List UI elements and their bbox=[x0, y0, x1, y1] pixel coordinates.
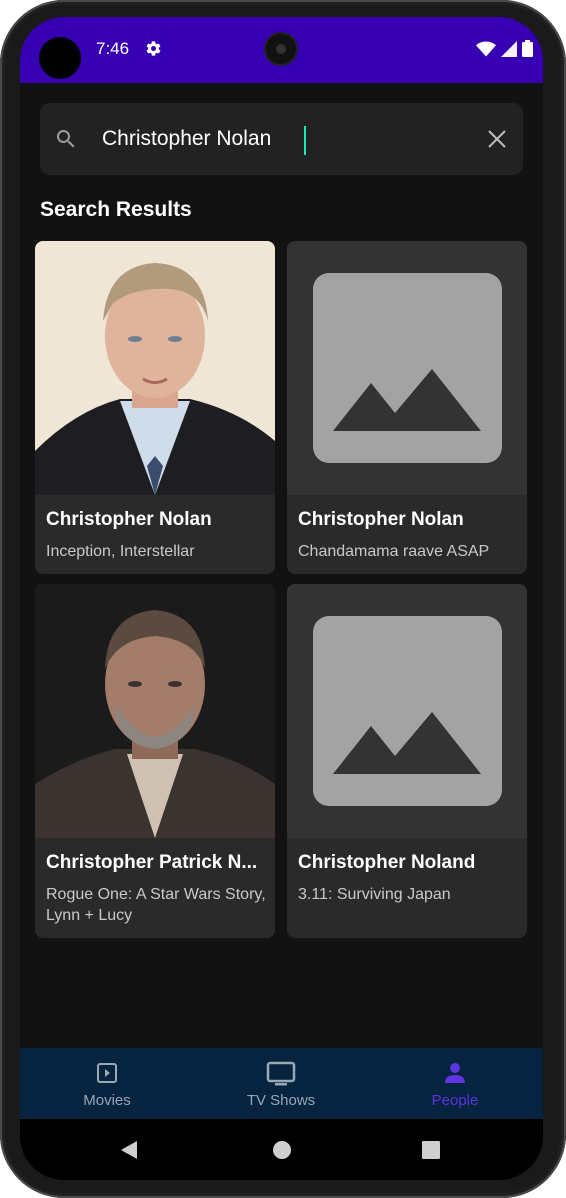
search-icon bbox=[54, 127, 78, 156]
recents-icon[interactable] bbox=[422, 1141, 440, 1164]
person-icon bbox=[443, 1061, 467, 1090]
center-camera bbox=[266, 34, 296, 64]
person-name: Christopher Nolan bbox=[46, 509, 212, 530]
person-name: Christopher Patrick N... bbox=[46, 852, 258, 873]
nav-label: TV Shows bbox=[246, 1092, 316, 1109]
person-card[interactable]: Christopher Nolan Inception, Interstella… bbox=[35, 241, 275, 574]
text-caret bbox=[304, 126, 306, 155]
front-camera bbox=[39, 37, 81, 79]
bottom-navigation: Movies TV Shows People bbox=[20, 1048, 543, 1119]
person-photo bbox=[35, 584, 275, 838]
search-input[interactable] bbox=[102, 119, 462, 159]
known-for: Rogue One: A Star Wars Story, Lynn + Luc… bbox=[46, 886, 266, 924]
gear-icon bbox=[145, 40, 162, 62]
known-for: 3.11: Surviving Japan bbox=[298, 886, 451, 903]
home-icon[interactable] bbox=[272, 1140, 292, 1165]
back-icon[interactable] bbox=[119, 1140, 139, 1165]
wifi-icon bbox=[476, 41, 496, 62]
nav-people[interactable]: People bbox=[368, 1048, 542, 1119]
battery-icon bbox=[522, 40, 533, 62]
results-heading: Search Results bbox=[40, 198, 192, 221]
close-icon bbox=[488, 130, 506, 148]
system-navigation-bar bbox=[20, 1119, 543, 1180]
person-name: Christopher Noland bbox=[298, 852, 476, 873]
status-bar: 7:46 bbox=[20, 17, 543, 83]
tv-icon bbox=[266, 1061, 296, 1092]
nav-label: Movies bbox=[83, 1092, 131, 1109]
clear-search-button[interactable] bbox=[487, 129, 507, 154]
person-card[interactable]: Christopher Nolan Chandamama raave ASAP bbox=[287, 241, 527, 574]
known-for: Chandamama raave ASAP bbox=[298, 543, 490, 560]
nav-tv-shows[interactable]: TV Shows bbox=[194, 1048, 368, 1119]
known-for: Inception, Interstellar bbox=[46, 543, 195, 560]
person-card[interactable]: Christopher Patrick N... Rogue One: A St… bbox=[35, 584, 275, 938]
nav-label: People bbox=[431, 1092, 479, 1109]
status-time: 7:46 bbox=[96, 39, 130, 58]
signal-icon bbox=[501, 40, 517, 62]
person-name: Christopher Nolan bbox=[298, 509, 464, 530]
phone-frame: 7:46 Christopher Nolan Search Results Ch… bbox=[0, 0, 566, 1198]
status-icons bbox=[476, 40, 533, 62]
placeholder-image-icon bbox=[287, 241, 527, 495]
person-photo bbox=[35, 241, 275, 495]
person-card[interactable]: Christopher Noland 3.11: Surviving Japan bbox=[287, 584, 527, 938]
movie-icon bbox=[95, 1061, 119, 1090]
search-bar bbox=[40, 103, 523, 175]
app-screen: 7:46 Christopher Nolan Search Results Ch… bbox=[20, 17, 543, 1180]
placeholder-image-icon bbox=[287, 584, 527, 838]
nav-movies[interactable]: Movies bbox=[20, 1048, 194, 1119]
